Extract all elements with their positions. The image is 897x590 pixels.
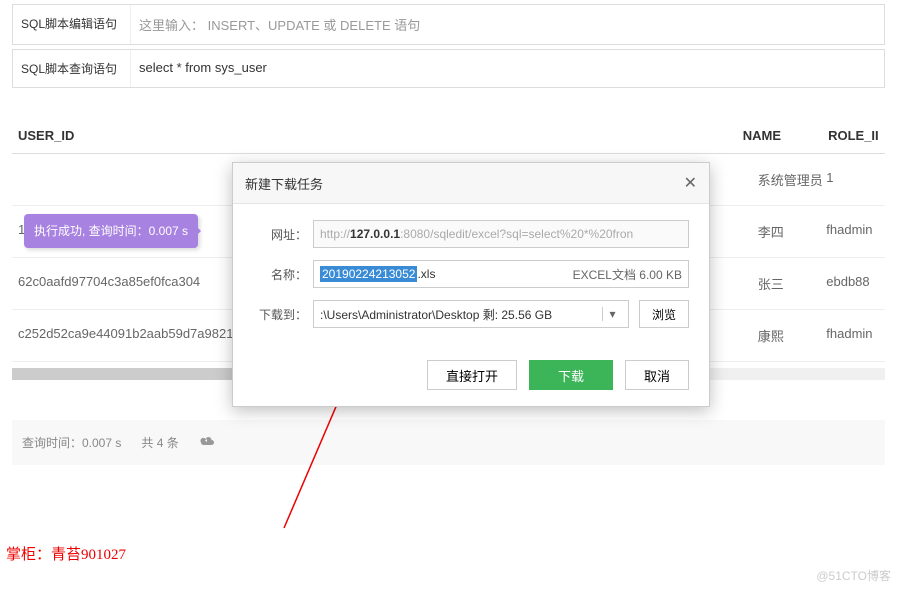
col-role: ROLE_II	[828, 128, 885, 143]
query-time: 查询时间：0.007 s	[22, 434, 121, 451]
sql-query-input[interactable]: select * from sys_user	[131, 50, 884, 87]
table-header: USER_ID NAME ROLE_II	[12, 118, 885, 154]
col-userid: USER_ID	[12, 128, 373, 143]
cancel-button[interactable]: 取消	[625, 360, 689, 390]
path-label: 下载到：	[253, 306, 307, 323]
close-icon[interactable]: ✕	[684, 173, 697, 193]
dialog-titlebar: 新建下载任务 ✕	[233, 163, 709, 204]
filename-input[interactable]: 20190224213052.xls EXCEL文档 6.00 KB	[313, 260, 689, 288]
url-label: 网址：	[253, 226, 307, 243]
result-count: 共 4 条	[141, 434, 178, 451]
download-dialog: 新建下载任务 ✕ 网址： http://127.0.0.1:8080/sqled…	[232, 162, 710, 407]
sql-edit-label: SQL脚本编辑语句	[13, 5, 131, 44]
sql-query-label: SQL脚本查询语句	[13, 50, 131, 87]
path-select[interactable]: :\Users\Administrator\Desktop 剩: 25.56 G…	[313, 300, 629, 328]
open-directly-button[interactable]: 直接打开	[427, 360, 517, 390]
cloud-download-icon[interactable]	[199, 435, 215, 450]
download-button[interactable]: 下载	[529, 360, 613, 390]
watermark-text: @51CTO博客	[816, 567, 891, 584]
url-input[interactable]: http://127.0.0.1:8080/sqledit/excel?sql=…	[313, 220, 689, 248]
file-meta: EXCEL文档 6.00 KB	[573, 266, 682, 283]
success-badge: 执行成功, 查询时间：0.007 s	[24, 214, 198, 248]
footer-bar: 查询时间：0.007 s 共 4 条	[12, 420, 885, 465]
signature-text: 掌柜：青苔901027	[6, 543, 126, 564]
col-name: NAME	[743, 128, 828, 143]
filename-selected: 20190224213052	[320, 266, 417, 282]
sql-edit-input[interactable]: 这里输入： INSERT、UPDATE 或 DELETE 语句	[131, 5, 884, 44]
sql-edit-box: SQL脚本编辑语句 这里输入： INSERT、UPDATE 或 DELETE 语…	[12, 4, 885, 45]
sql-query-box: SQL脚本查询语句 select * from sys_user	[12, 49, 885, 88]
dialog-title-text: 新建下载任务	[245, 174, 323, 193]
chevron-down-icon[interactable]: ▾	[602, 307, 622, 321]
browse-button[interactable]: 浏览	[639, 300, 689, 328]
name-label: 名称：	[253, 266, 307, 283]
